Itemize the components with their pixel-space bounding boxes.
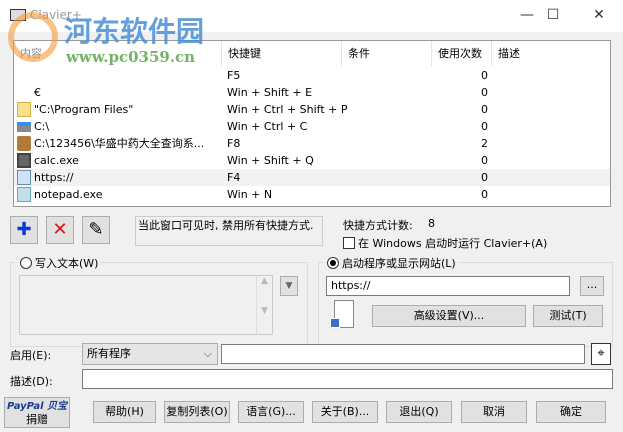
watermark-text: 河东软件园 xyxy=(64,15,205,48)
minimize-button[interactable]: — xyxy=(515,4,539,26)
write-text-label: 写入文本(W) xyxy=(35,257,99,270)
cell-count: 0 xyxy=(481,86,488,99)
table-row[interactable]: F5 0 xyxy=(14,67,610,84)
shortcut-count-value: 8 xyxy=(428,217,435,230)
scrollbar[interactable]: ▲ ▼ xyxy=(256,276,272,334)
ok-button[interactable]: 确定 xyxy=(536,401,606,423)
cell-content: notepad.exe xyxy=(34,188,103,201)
cell-shortcut: Win + Shift + E xyxy=(227,86,313,99)
table-row[interactable]: "C:\Program Files" Win + Ctrl + Shift + P… xyxy=(14,101,610,118)
maximize-button[interactable]: ☐ xyxy=(541,4,565,26)
about-button[interactable]: 关于(B)... xyxy=(312,401,378,423)
radio-on[interactable] xyxy=(327,257,339,269)
cell-content: "C:\Program Files" xyxy=(34,103,134,116)
column-usage-count[interactable]: 使用次数 xyxy=(432,41,492,66)
cell-shortcut: F4 xyxy=(227,171,241,184)
launch-radio[interactable]: 启动程序或显示网站(L) xyxy=(324,255,459,271)
insert-special-dropdown[interactable]: ▼ xyxy=(280,276,298,296)
cell-count: 0 xyxy=(481,171,488,184)
column-description[interactable]: 描述 xyxy=(492,41,610,66)
watermark-logo xyxy=(8,12,58,62)
cell-content: € xyxy=(34,86,41,99)
test-button[interactable]: 测试(T) xyxy=(533,305,603,327)
column-shortcut[interactable]: 快捷键 xyxy=(222,41,342,66)
launch-label: 启动程序或显示网站(L) xyxy=(342,257,456,270)
enable-select[interactable]: 所有程序 ⌵ xyxy=(82,343,218,365)
language-button[interactable]: 语言(G)... xyxy=(238,401,304,423)
add-button[interactable]: ✚ xyxy=(10,216,38,244)
app-icon xyxy=(17,136,31,151)
table-row[interactable]: https:// F4 0 xyxy=(14,169,610,186)
paypal-donate-button[interactable]: PayPal 贝宝 捐赠 xyxy=(4,397,70,428)
enable-label: 启用(E): xyxy=(10,349,52,362)
file-shortcut-icon xyxy=(330,300,354,328)
radio-off[interactable] xyxy=(20,257,32,269)
table-row[interactable]: C:\ Win + Ctrl + C 0 xyxy=(14,118,610,135)
copy-list-button[interactable]: 复制列表(O) xyxy=(164,401,230,423)
browse-button[interactable]: ... xyxy=(580,276,604,296)
delete-button[interactable]: ✕ xyxy=(46,216,74,244)
cell-shortcut: Win + Ctrl + Shift + P xyxy=(227,103,348,116)
calculator-icon xyxy=(17,153,31,168)
notepad-icon xyxy=(17,187,31,202)
cell-shortcut: F8 xyxy=(227,137,241,150)
cell-count: 0 xyxy=(481,103,488,116)
description-input[interactable] xyxy=(82,369,613,389)
target-picker-icon[interactable]: ⌖ xyxy=(591,343,611,365)
startup-checkbox[interactable]: 在 Windows 启动时运行 Clavier+(A) xyxy=(343,235,547,251)
cancel-button[interactable]: 取消 xyxy=(461,401,527,423)
table-row[interactable]: notepad.exe Win + N 0 xyxy=(14,186,610,203)
cell-content: C:\ xyxy=(34,120,50,133)
cell-shortcut: Win + Shift + Q xyxy=(227,154,314,167)
cell-count: 0 xyxy=(481,120,488,133)
cell-count: 0 xyxy=(481,154,488,167)
enable-selected: 所有程序 xyxy=(87,347,131,360)
table-row[interactable]: € Win + Shift + E 0 xyxy=(14,84,610,101)
folder-icon xyxy=(17,102,31,117)
quit-button[interactable]: 退出(Q) xyxy=(386,401,452,423)
cell-content: calc.exe xyxy=(34,154,79,167)
write-text-radio[interactable]: 写入文本(W) xyxy=(17,255,102,271)
table-row[interactable]: calc.exe Win + Shift + Q 0 xyxy=(14,152,610,169)
cell-count: 0 xyxy=(481,69,488,82)
chevron-down-icon: ⌵ xyxy=(203,347,212,360)
table-row[interactable]: C:\123456\华盛中药大全查询系... F8 2 xyxy=(14,135,610,152)
advanced-settings-button[interactable]: 高级设置(V)... xyxy=(372,305,526,327)
cell-count: 2 xyxy=(481,137,488,150)
drive-icon xyxy=(17,122,31,132)
cell-shortcut: F5 xyxy=(227,69,241,82)
help-button[interactable]: 帮助(H) xyxy=(93,401,156,423)
write-text-area[interactable]: ▲ ▼ xyxy=(19,275,273,335)
checkbox-box[interactable] xyxy=(343,237,355,249)
cell-content: https:// xyxy=(34,171,74,184)
launch-input[interactable]: https:// xyxy=(326,276,570,296)
paypal-logo: PayPal 贝宝 xyxy=(7,401,67,412)
description-label: 描述(D): xyxy=(10,375,53,388)
cell-shortcut: Win + N xyxy=(227,188,273,201)
cell-shortcut: Win + Ctrl + C xyxy=(227,120,308,133)
column-condition[interactable]: 条件 xyxy=(342,41,432,66)
donate-label: 捐赠 xyxy=(26,413,48,426)
enable-input[interactable] xyxy=(221,344,585,364)
file-icon xyxy=(17,170,31,185)
shortcut-count-label: 快捷方式计数: xyxy=(343,219,413,232)
cell-count: 0 xyxy=(481,188,488,201)
watermark-url: www.pc0359.cn xyxy=(66,48,196,66)
edit-button[interactable]: ✎ xyxy=(82,216,110,244)
notice-text: 当此窗口可见时, 禁用所有快捷方式. xyxy=(135,216,323,246)
close-button[interactable]: ✕ xyxy=(587,4,611,26)
cell-content: C:\123456\华盛中药大全查询系... xyxy=(34,137,205,150)
startup-label: 在 Windows 启动时运行 Clavier+(A) xyxy=(358,237,548,250)
